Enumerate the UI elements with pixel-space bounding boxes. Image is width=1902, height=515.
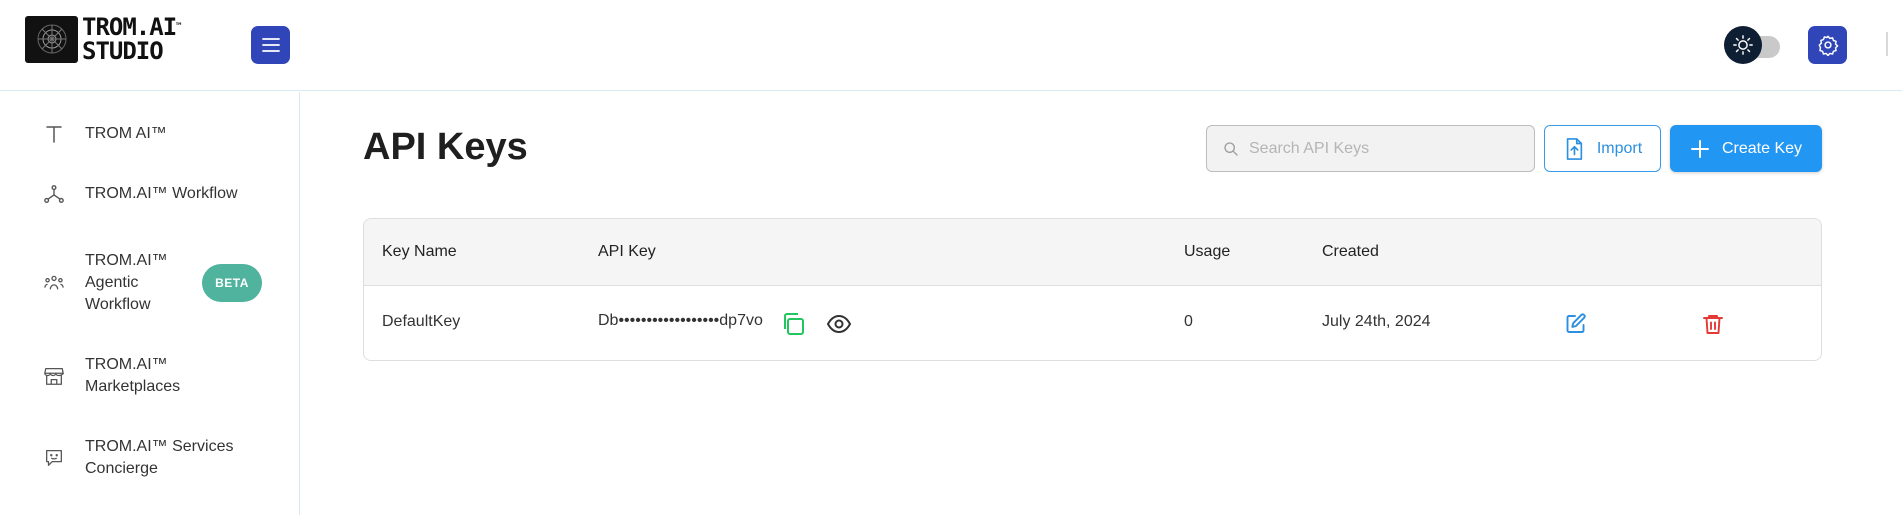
eye-icon[interactable] xyxy=(825,310,853,338)
create-key-button[interactable]: Create Key xyxy=(1670,125,1822,172)
column-header-usage[interactable]: Usage xyxy=(1184,243,1230,261)
created-cell: July 24th, 2024 xyxy=(1322,313,1431,330)
search-icon xyxy=(1224,141,1238,156)
column-header-key-name[interactable]: Key Name xyxy=(382,243,457,261)
column-header-api-key[interactable]: API Key xyxy=(598,243,656,261)
sidebar-item-label: TROM.AI™ Workflow xyxy=(85,185,238,202)
edit-icon[interactable] xyxy=(1562,310,1590,338)
create-key-label: Create Key xyxy=(1721,139,1803,157)
theme-toggle[interactable] xyxy=(1724,26,1782,64)
settings-button[interactable] xyxy=(1808,26,1847,64)
beta-badge: BETA xyxy=(202,264,262,302)
table-header: Key Name API Key Usage Created xyxy=(364,219,1821,286)
store-icon xyxy=(42,364,66,388)
app-logo[interactable]: TROM.AI™ STUDIO xyxy=(25,13,182,65)
toggle-knob xyxy=(1724,26,1762,64)
search-input[interactable] xyxy=(1249,139,1529,158)
sidebar-item-label: TROM.AI™ Agentic Workflow xyxy=(85,252,168,313)
main-content: API Keys Import Create Key Key Name API … xyxy=(301,92,1881,515)
api-key-cell: Db••••••••••••••••••dp7vo xyxy=(598,312,763,329)
api-keys-table: Key Name API Key Usage Created DefaultKe… xyxy=(363,218,1822,361)
sidebar-item-label: TROM AI™ xyxy=(85,125,167,142)
import-button[interactable]: Import xyxy=(1544,125,1661,172)
column-header-created[interactable]: Created xyxy=(1322,243,1379,261)
header-divider xyxy=(1886,32,1888,56)
copy-icon[interactable] xyxy=(779,310,807,338)
key-name-cell: DefaultKey xyxy=(382,313,461,330)
workflow-icon xyxy=(42,182,66,206)
text-icon xyxy=(42,122,66,146)
table-row: DefaultKey Db••••••••••••••••••dp7vo 0 J… xyxy=(364,286,1821,360)
sidebar: TROM AI™ TROM.AI™ Workflow TROM.AI™ Agen… xyxy=(0,92,300,515)
top-header: TROM.AI™ STUDIO xyxy=(0,0,1902,91)
menu-toggle-button[interactable] xyxy=(251,26,290,64)
agents-icon xyxy=(42,271,66,295)
sidebar-item-workflow[interactable]: TROM.AI™ Workflow xyxy=(0,182,300,206)
sidebar-item-label: TROM.AI™ Marketplaces xyxy=(85,356,181,395)
sidebar-item-label: TROM.AI™ Services Concierge xyxy=(85,438,234,477)
sidebar-item-agentic-workflow[interactable]: TROM.AI™ Agentic Workflow BETA xyxy=(0,250,300,316)
sun-icon xyxy=(1733,35,1753,55)
hamburger-icon xyxy=(261,38,280,52)
page-title: API Keys xyxy=(363,126,528,168)
trash-icon[interactable] xyxy=(1699,310,1727,338)
file-upload-icon xyxy=(1566,137,1582,160)
sidebar-item-marketplaces[interactable]: TROM.AI™ Marketplaces xyxy=(0,354,300,398)
sidebar-item-trom-ai[interactable]: TROM AI™ xyxy=(0,122,300,146)
usage-cell: 0 xyxy=(1184,313,1193,330)
gear-icon xyxy=(1818,35,1838,56)
logo-text: TROM.AI™ STUDIO xyxy=(82,13,182,65)
search-box[interactable] xyxy=(1206,125,1535,172)
sidebar-item-services-concierge[interactable]: TROM.AI™ Services Concierge xyxy=(0,436,300,480)
logo-mark xyxy=(25,15,78,63)
plus-icon xyxy=(1690,139,1709,158)
chat-icon xyxy=(42,446,66,470)
import-label: Import xyxy=(1596,139,1643,157)
